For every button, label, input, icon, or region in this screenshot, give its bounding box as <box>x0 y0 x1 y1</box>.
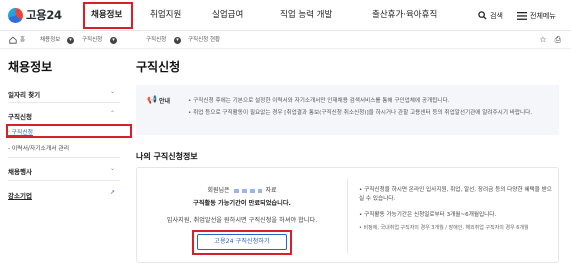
search-label: 검색 <box>490 11 503 20</box>
sidebar-title: 채용정보 <box>8 60 53 74</box>
info-line-3: • 비정에, 국내취업 구직자의 경우 3개월 / 장애인, 해외취업 구직자의… <box>359 225 529 231</box>
search-button[interactable]: 검색 <box>478 9 503 22</box>
highlight-box-sidebar <box>6 124 132 138</box>
chevron-down-icon[interactable]: ▾ <box>174 37 181 44</box>
chevron-down-icon[interactable]: ▾ <box>110 37 117 44</box>
section-title: 나의 구직신청정보 <box>136 152 198 161</box>
breadcrumb-item-job-application[interactable]: 구직신청 <box>82 36 102 45</box>
breadcrumb-item-job-info[interactable]: 채용정보 <box>40 36 60 45</box>
nav-item-parental-leave[interactable]: 출산휴가·육아휴직 <box>372 0 437 31</box>
expired-message: 구직활동 가능기간이 만료되었습니다. <box>193 200 291 207</box>
sidebar-item-job-fair[interactable]: 채용행사 <box>8 166 32 176</box>
breadcrumb-item-status: 구직신청 현황 <box>188 37 221 43</box>
logo[interactable]: 고용24 <box>8 6 74 24</box>
divider <box>8 180 120 181</box>
notice-box: 📢 안내 • 구직신청 후에는 기본으로 설정한 이력서와 자기소개서만 인재채… <box>136 85 559 135</box>
info-panel: • 구직신청을 하시면 온라인 입사지원, 취업, 알선, 장려금 등의 다양한… <box>359 186 554 233</box>
chevron-down-icon[interactable]: ▾ <box>67 37 74 44</box>
breadcrumb-item-job-application-2[interactable]: 구직신청 <box>146 36 166 45</box>
info-line-1: • 구직신청을 하시면 온라인 입사지원, 취업, 알선, 장려금 등의 다양한… <box>359 187 552 202</box>
all-menu-label: 전체메뉴 <box>530 11 556 20</box>
breadcrumb-item-home[interactable]: 홈 <box>20 36 25 45</box>
breadcrumb-tools: ☆ ⎙ <box>539 35 561 45</box>
breadcrumb: 홈 채용정보 ▾ 구직신청 ▾ 구직신청 ▾ 구직신청 현황 ☆ ⎙ <box>0 32 571 49</box>
search-icon <box>478 11 487 20</box>
divider <box>8 102 120 103</box>
external-link-icon[interactable]: ↗ <box>110 189 115 196</box>
star-icon[interactable]: ☆ <box>539 35 546 45</box>
card-divider <box>347 178 348 254</box>
sidebar-subitem-resume[interactable]: - 이력서/자기소개서 관리 <box>8 143 69 152</box>
all-menu-button[interactable]: 전체메뉴 <box>517 9 556 22</box>
highlight-box-button <box>192 230 292 255</box>
member-status-line: 회원님은 자료 <box>137 185 347 194</box>
print-icon[interactable]: ⎙ <box>555 35 561 45</box>
info-line-2: • 구직활동 가능기간은 신청일로부터 3개월~6개월입니다. <box>359 212 497 218</box>
nav-item-employment-support[interactable]: 취업지원 <box>150 0 181 31</box>
member-prefix: 회원님은 <box>207 187 230 194</box>
page-title: 구직신청 <box>136 60 181 74</box>
sidebar-item-small-business[interactable]: 강소기업 <box>8 190 32 200</box>
nav-item-job-skills[interactable]: 직업 능력 개발 <box>280 0 332 31</box>
megaphone-icon: 📢 <box>147 95 157 104</box>
masked-name <box>233 188 262 193</box>
hamburger-icon <box>517 11 527 20</box>
divider <box>8 157 120 158</box>
sidebar-item-job-search[interactable]: 일자리 찾기 <box>8 89 40 99</box>
highlight-box-nav <box>83 2 133 29</box>
logo-text: 고용24 <box>26 8 62 22</box>
top-header: 고용24 채용정보 취업지원 실업급여 직업 능력 개발 출산휴가·육아휴직 검… <box>0 0 571 31</box>
logo-mark-icon <box>8 7 23 23</box>
chevron-down-icon[interactable]: ⌄ <box>110 165 115 172</box>
nav-item-unemployment-benefit[interactable]: 실업급여 <box>212 0 243 31</box>
member-suffix: 자료 <box>265 187 277 194</box>
sidebar-item-job-application[interactable]: 구직신청 <box>8 111 32 121</box>
notice-bullet-1: • 구직신청 후에는 기본으로 설정한 이력서와 자기소개서만 인재채용 검색서… <box>188 98 450 104</box>
chevron-up-icon[interactable]: ⌃ <box>110 110 115 117</box>
notice-bullet-2: • 취업 등으로 구직활동이 필요없는 경우 [취업결과 통보(구직신청 취소신… <box>188 110 533 116</box>
application-status-card: 회원님은 자료 구직활동 가능기간이 만료되었습니다. 입사지원, 취업알선을 … <box>136 167 559 263</box>
notice-label: 안내 <box>159 98 171 105</box>
chevron-down-icon[interactable]: ⌄ <box>110 88 115 95</box>
apply-instruction: 입사지원, 취업알선을 원하시면 구직신청을 하셔야 합니다. <box>166 217 318 224</box>
home-icon[interactable] <box>9 36 17 44</box>
